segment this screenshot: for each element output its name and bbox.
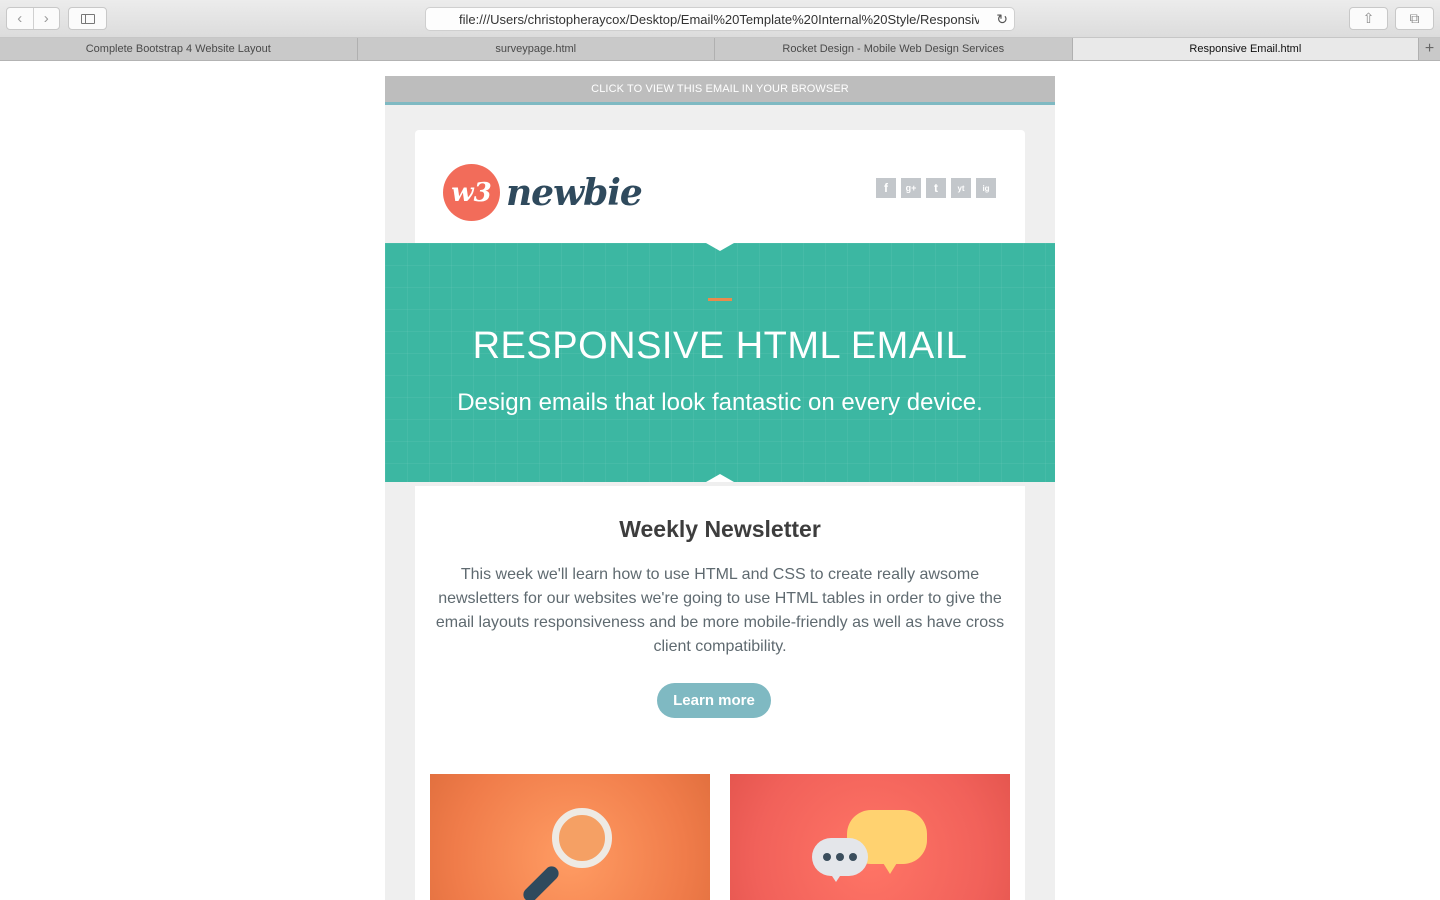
instagram-icon[interactable]: ig <box>976 178 996 198</box>
tab-rocket-design[interactable]: Rocket Design - Mobile Web Design Servic… <box>715 38 1073 60</box>
logo-mark: w3 <box>443 164 500 221</box>
newsletter-body: This week we'll learn how to use HTML an… <box>435 566 1005 655</box>
search-feature-image <box>430 774 710 900</box>
newsletter-section: Weekly Newsletter This week we'll learn … <box>415 486 1025 900</box>
hero-accent-dash <box>708 298 732 301</box>
forward-button[interactable]: › <box>32 8 60 29</box>
tab-bootstrap-layout[interactable]: Complete Bootstrap 4 Website Layout <box>0 38 358 60</box>
chevron-left-icon: ‹ <box>17 10 23 27</box>
chat-feature-image <box>730 774 1010 900</box>
hero-notch-bottom <box>706 474 734 482</box>
youtube-icon[interactable]: yt <box>951 178 971 198</box>
hero-notch-top <box>706 243 734 251</box>
social-links: f g+ t yt ig <box>876 178 996 198</box>
address-bar[interactable]: file:///Users/christopheraycox/Desktop/E… <box>425 7 1015 31</box>
sidebar-button[interactable] <box>68 7 107 30</box>
logo[interactable]: w3 newbie <box>443 164 643 221</box>
tabs-overview-button[interactable]: ⧉ <box>1395 7 1434 30</box>
magnifying-glass-icon <box>552 808 612 868</box>
browser-toolbar: ‹ › file:///Users/christopheraycox/Deskt… <box>0 0 1440 38</box>
google-plus-icon[interactable]: g+ <box>901 178 921 198</box>
new-tab-button[interactable]: + <box>1419 38 1440 60</box>
plus-icon: + <box>1424 40 1435 57</box>
url-text: file:///Users/christopheraycox/Desktop/E… <box>459 11 979 27</box>
tabs-overview-icon: ⧉ <box>1409 10 1420 26</box>
view-in-browser-link[interactable]: CLICK TO VIEW THIS EMAIL IN YOUR BROWSER <box>385 76 1055 105</box>
typing-bubble-icon <box>812 838 868 876</box>
hero-banner: RESPONSIVE HTML EMAIL Design emails that… <box>385 243 1055 482</box>
history-nav: ‹ › <box>6 7 60 30</box>
share-button[interactable]: ⇧ <box>1349 7 1388 30</box>
sidebar-icon <box>80 13 95 24</box>
tab-surveypage[interactable]: surveypage.html <box>358 38 716 60</box>
learn-more-button[interactable]: Learn more <box>657 683 771 718</box>
magnifier-handle <box>520 863 562 900</box>
newsletter-title: Weekly Newsletter <box>619 516 821 542</box>
reload-icon[interactable]: ↻ <box>996 11 1008 28</box>
back-button[interactable]: ‹ <box>7 8 33 29</box>
email-page: CLICK TO VIEW THIS EMAIL IN YOUR BROWSER… <box>385 76 1055 900</box>
hero-subtitle: Design emails that look fantastic on eve… <box>457 389 983 416</box>
hero-title: RESPONSIVE HTML EMAIL <box>472 325 968 367</box>
facebook-icon[interactable]: f <box>876 178 896 198</box>
tab-bar: Complete Bootstrap 4 Website Layout surv… <box>0 38 1440 61</box>
twitter-icon[interactable]: t <box>926 178 946 198</box>
chevron-right-icon: › <box>43 10 49 27</box>
email-header: w3 newbie f g+ t yt ig <box>415 130 1025 243</box>
share-icon: ⇧ <box>1362 10 1375 26</box>
logo-wordmark: newbie <box>506 171 643 214</box>
tab-responsive-email[interactable]: Responsive Email.html <box>1072 38 1420 60</box>
